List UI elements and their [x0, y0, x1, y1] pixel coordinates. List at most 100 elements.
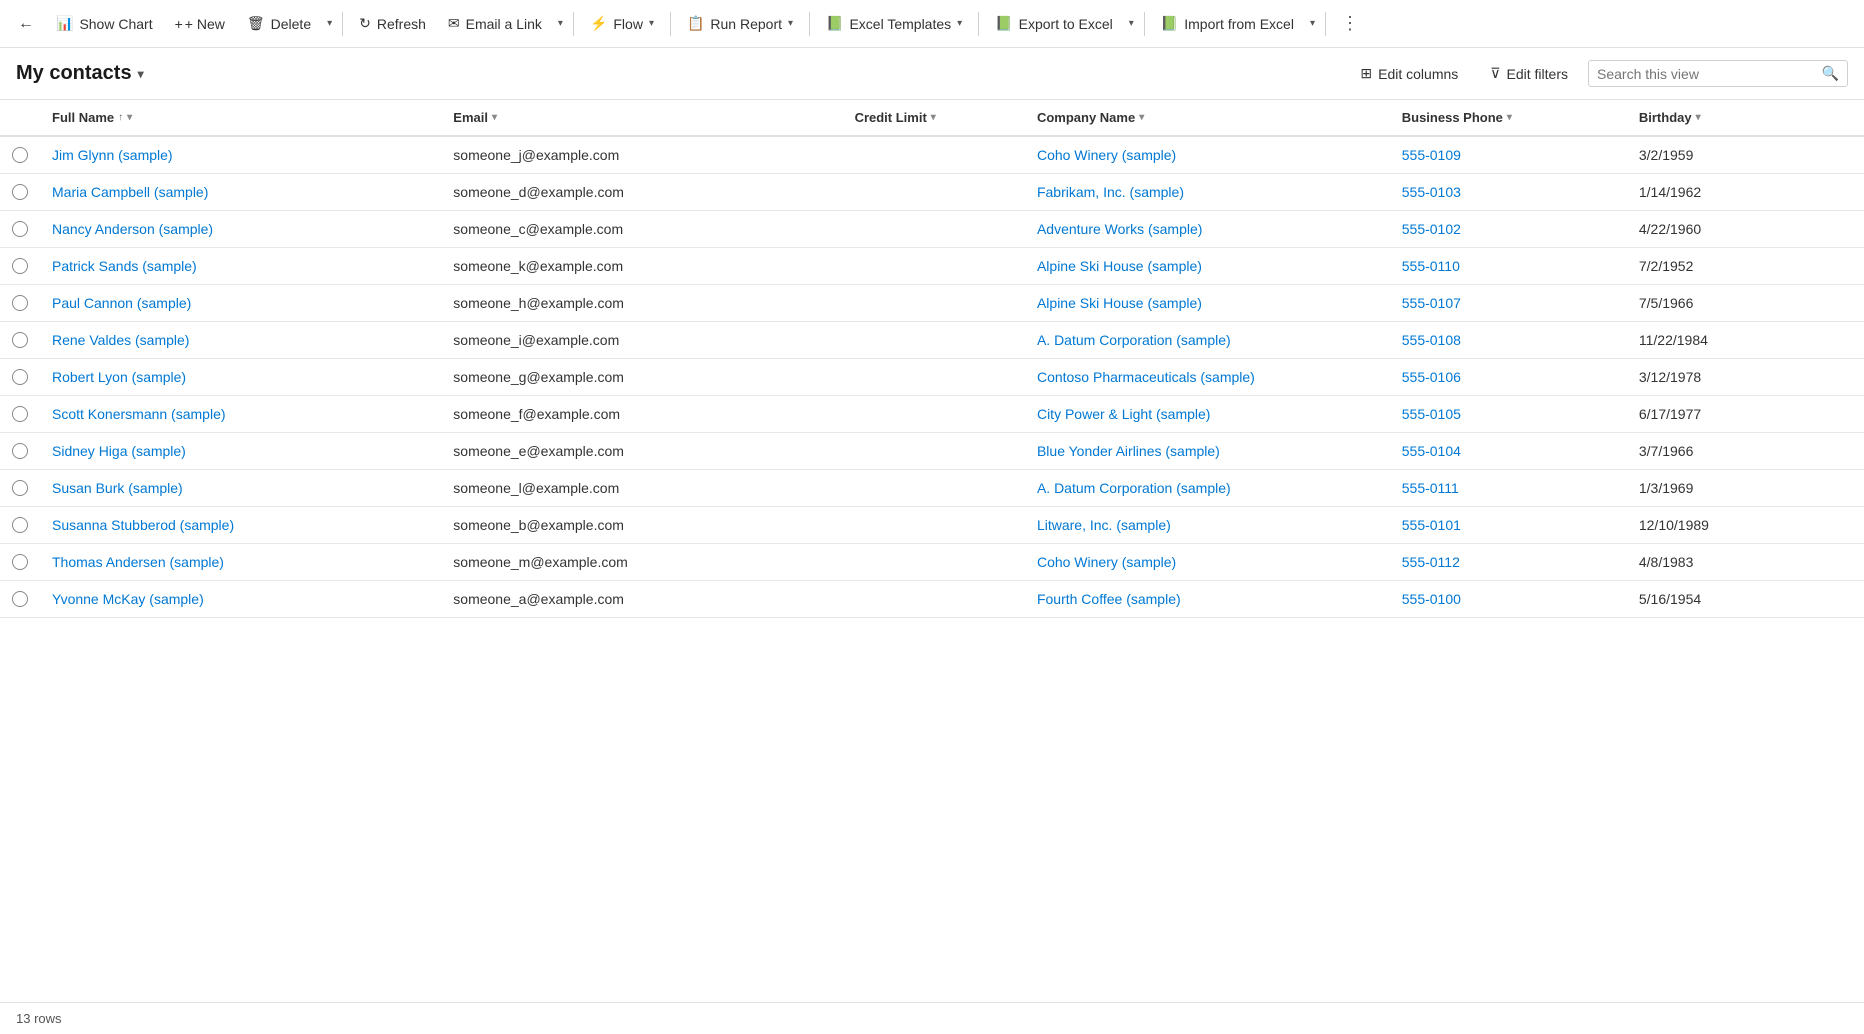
- export-excel-button[interactable]: 📗 Export to Excel: [985, 9, 1123, 38]
- phone-link[interactable]: 555-0101: [1402, 517, 1461, 533]
- fullname-link[interactable]: Sidney Higa (sample): [52, 443, 186, 459]
- col-header-birthday[interactable]: Birthday ▾: [1627, 100, 1864, 136]
- cell-birthday: 3/12/1978: [1627, 359, 1864, 396]
- view-title-container[interactable]: My contacts ▾: [16, 62, 144, 85]
- company-link[interactable]: A. Datum Corporation (sample): [1037, 480, 1231, 496]
- company-link[interactable]: Adventure Works (sample): [1037, 221, 1202, 237]
- phone-link[interactable]: 555-0100: [1402, 591, 1461, 607]
- col-header-company[interactable]: Company Name ▾: [1025, 100, 1390, 136]
- row-checkbox[interactable]: [12, 221, 28, 237]
- fullname-link[interactable]: Patrick Sands (sample): [52, 258, 197, 274]
- chevron-credit-icon: ▾: [931, 112, 936, 123]
- company-link[interactable]: Contoso Pharmaceuticals (sample): [1037, 369, 1255, 385]
- phone-link[interactable]: 555-0103: [1402, 184, 1461, 200]
- company-link[interactable]: City Power & Light (sample): [1037, 406, 1211, 422]
- row-checkbox[interactable]: [12, 517, 28, 533]
- fullname-link[interactable]: Yvonne McKay (sample): [52, 591, 204, 607]
- row-checkbox[interactable]: [12, 554, 28, 570]
- fullname-link[interactable]: Susan Burk (sample): [52, 480, 183, 496]
- excel-templates-icon: 📗: [826, 15, 843, 32]
- phone-link[interactable]: 555-0105: [1402, 406, 1461, 422]
- view-title-text: My contacts: [16, 62, 132, 85]
- phone-link[interactable]: 555-0107: [1402, 295, 1461, 311]
- delete-button[interactable]: 🗑 Delete: [237, 9, 321, 38]
- view-header: My contacts ▾ ⊞ Edit columns ⊽ Edit filt…: [0, 48, 1864, 100]
- phone-link[interactable]: 555-0106: [1402, 369, 1461, 385]
- company-link[interactable]: Litware, Inc. (sample): [1037, 517, 1171, 533]
- contacts-table-container: Full Name ↑ ▾ Email ▾ Credit Limit: [0, 100, 1864, 1002]
- row-checkbox[interactable]: [12, 406, 28, 422]
- company-link[interactable]: Fourth Coffee (sample): [1037, 591, 1181, 607]
- email-link-button[interactable]: ✉ Email a Link: [438, 9, 552, 38]
- row-checkbox[interactable]: [12, 147, 28, 163]
- dropdown-export-button[interactable]: ▾: [1125, 12, 1138, 35]
- fullname-link[interactable]: Maria Campbell (sample): [52, 184, 208, 200]
- refresh-icon: ↻: [359, 15, 371, 32]
- phone-link[interactable]: 555-0110: [1402, 258, 1460, 274]
- phone-link[interactable]: 555-0112: [1402, 554, 1460, 570]
- company-link[interactable]: Fabrikam, Inc. (sample): [1037, 184, 1184, 200]
- dropdown-delete-button[interactable]: ▾: [323, 12, 336, 35]
- cell-fullname: Patrick Sands (sample): [40, 248, 441, 285]
- cell-phone: 555-0103: [1390, 174, 1627, 211]
- edit-columns-button[interactable]: ⊞ Edit columns: [1348, 59, 1470, 88]
- cell-birthday: 3/7/1966: [1627, 433, 1864, 470]
- export-excel-icon: 📗: [995, 15, 1012, 32]
- dropdown-email-button[interactable]: ▾: [554, 12, 567, 35]
- columns-icon: ⊞: [1360, 65, 1372, 82]
- run-report-button[interactable]: 📋 Run Report ▾: [677, 9, 803, 38]
- cell-fullname: Scott Konersmann (sample): [40, 396, 441, 433]
- fullname-link[interactable]: Rene Valdes (sample): [52, 332, 189, 348]
- cell-email: someone_g@example.com: [441, 359, 842, 396]
- company-link[interactable]: Blue Yonder Airlines (sample): [1037, 443, 1220, 459]
- dropdown-import-button[interactable]: ▾: [1306, 12, 1319, 35]
- table-row: Patrick Sands (sample)someone_k@example.…: [0, 248, 1864, 285]
- row-checkbox[interactable]: [12, 480, 28, 496]
- fullname-link[interactable]: Nancy Anderson (sample): [52, 221, 213, 237]
- cell-fullname: Susanna Stubberod (sample): [40, 507, 441, 544]
- new-button[interactable]: + + New: [165, 10, 235, 38]
- company-link[interactable]: Alpine Ski House (sample): [1037, 295, 1202, 311]
- company-link[interactable]: Coho Winery (sample): [1037, 147, 1176, 163]
- phone-link[interactable]: 555-0111: [1402, 480, 1459, 496]
- row-checkbox[interactable]: [12, 443, 28, 459]
- cell-phone: 555-0104: [1390, 433, 1627, 470]
- row-checkbox[interactable]: [12, 258, 28, 274]
- fullname-link[interactable]: Scott Konersmann (sample): [52, 406, 226, 422]
- fullname-link[interactable]: Robert Lyon (sample): [52, 369, 186, 385]
- search-box[interactable]: 🔍: [1588, 60, 1848, 87]
- company-link[interactable]: A. Datum Corporation (sample): [1037, 332, 1231, 348]
- row-checkbox[interactable]: [12, 369, 28, 385]
- row-checkbox[interactable]: [12, 184, 28, 200]
- fullname-link[interactable]: Susanna Stubberod (sample): [52, 517, 234, 533]
- col-header-credit[interactable]: Credit Limit ▾: [843, 100, 1025, 136]
- cell-phone: 555-0106: [1390, 359, 1627, 396]
- edit-filters-button[interactable]: ⊽ Edit filters: [1478, 59, 1580, 88]
- company-link[interactable]: Coho Winery (sample): [1037, 554, 1176, 570]
- row-checkbox[interactable]: [12, 295, 28, 311]
- fullname-link[interactable]: Jim Glynn (sample): [52, 147, 173, 163]
- refresh-button[interactable]: ↻ Refresh: [349, 9, 436, 38]
- search-input[interactable]: [1597, 66, 1822, 82]
- excel-templates-button[interactable]: 📗 Excel Templates ▾: [816, 9, 972, 38]
- more-options-button[interactable]: ⋮: [1332, 6, 1368, 42]
- fullname-link[interactable]: Paul Cannon (sample): [52, 295, 191, 311]
- col-header-phone[interactable]: Business Phone ▾: [1390, 100, 1627, 136]
- back-button[interactable]: ←: [8, 6, 44, 42]
- cell-company: A. Datum Corporation (sample): [1025, 322, 1390, 359]
- company-link[interactable]: Alpine Ski House (sample): [1037, 258, 1202, 274]
- row-checkbox[interactable]: [12, 591, 28, 607]
- flow-button[interactable]: ⚡ Flow ▾: [580, 9, 664, 38]
- col-header-email[interactable]: Email ▾: [441, 100, 842, 136]
- fullname-link[interactable]: Thomas Andersen (sample): [52, 554, 224, 570]
- phone-link[interactable]: 555-0108: [1402, 332, 1461, 348]
- cell-email: someone_e@example.com: [441, 433, 842, 470]
- import-excel-button[interactable]: 📗 Import from Excel: [1151, 9, 1304, 38]
- phone-link[interactable]: 555-0109: [1402, 147, 1461, 163]
- phone-link[interactable]: 555-0102: [1402, 221, 1461, 237]
- phone-link[interactable]: 555-0104: [1402, 443, 1461, 459]
- row-checkbox[interactable]: [12, 332, 28, 348]
- cell-company: Contoso Pharmaceuticals (sample): [1025, 359, 1390, 396]
- show-chart-button[interactable]: 📊 Show Chart: [46, 9, 163, 38]
- col-header-fullname[interactable]: Full Name ↑ ▾: [40, 100, 441, 136]
